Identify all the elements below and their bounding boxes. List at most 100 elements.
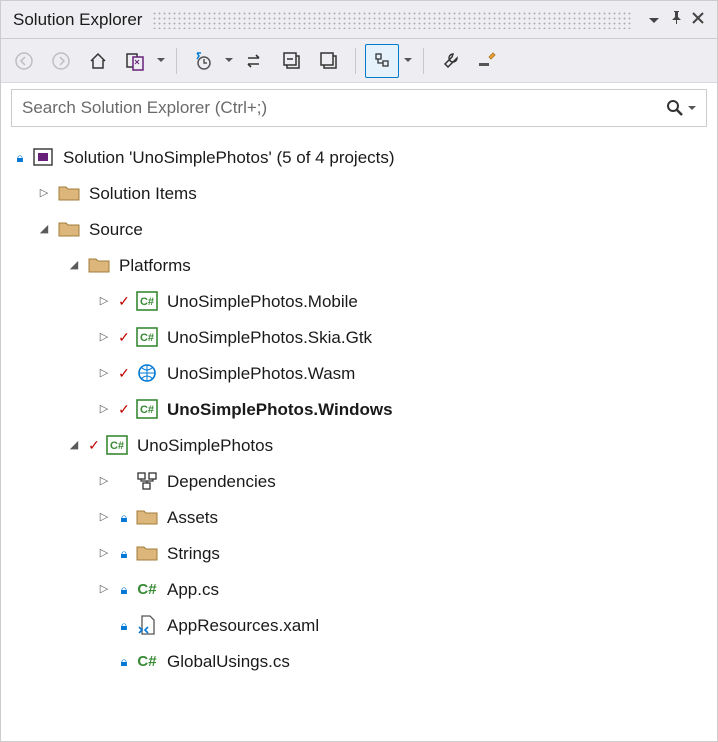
search-input[interactable] <box>22 98 666 118</box>
node-label: GlobalUsings.cs <box>167 653 290 670</box>
lock-icon: 🔒︎ <box>13 151 27 164</box>
lock-icon: 🔒︎ <box>117 547 131 560</box>
svg-text:C#: C# <box>140 404 154 416</box>
csharp-project-icon: C# <box>135 326 159 348</box>
title-grip[interactable] <box>152 11 633 29</box>
dependencies-icon <box>135 470 159 492</box>
separator <box>423 48 424 74</box>
node-label: Assets <box>167 509 218 526</box>
track-active-dropdown[interactable] <box>402 58 414 63</box>
csharp-project-icon: C# <box>135 290 159 312</box>
checkmark-icon: ✓ <box>117 402 131 416</box>
lock-icon: 🔒︎ <box>117 655 131 668</box>
svg-text:C#: C# <box>140 296 154 308</box>
folder-icon <box>57 182 81 204</box>
checkmark-icon: ✓ <box>117 294 131 308</box>
chevron-down-icon[interactable]: ◢ <box>65 440 83 451</box>
csharp-file-icon: C# <box>135 650 159 672</box>
svg-text:C#: C# <box>137 581 157 598</box>
web-project-icon <box>135 362 159 384</box>
node-label: Solution Items <box>89 185 197 202</box>
pending-changes-dropdown[interactable] <box>223 58 235 63</box>
toolbar <box>1 39 717 83</box>
home-button[interactable] <box>81 44 115 78</box>
lock-icon: 🔒︎ <box>117 619 131 632</box>
switch-views-dropdown[interactable] <box>155 58 167 63</box>
chevron-down-icon[interactable]: ◢ <box>65 260 83 271</box>
track-active-item-button[interactable] <box>365 44 399 78</box>
chevron-right-icon[interactable]: ▷ <box>95 584 113 595</box>
chevron-right-icon[interactable]: ▷ <box>95 512 113 523</box>
dependencies-node[interactable]: ▷ Dependencies <box>1 463 717 499</box>
properties-button[interactable] <box>433 44 467 78</box>
chevron-right-icon[interactable]: ▷ <box>95 476 113 487</box>
folder-icon <box>135 542 159 564</box>
svg-text:C#: C# <box>110 440 124 452</box>
source-folder-node[interactable]: ◢ Source <box>1 211 717 247</box>
checkmark-icon: ✓ <box>117 366 131 380</box>
solution-tree[interactable]: 🔒︎ Solution 'UnoSimplePhotos' (5 of 4 pr… <box>1 133 717 741</box>
chevron-down-icon[interactable]: ◢ <box>35 224 53 235</box>
appresources-xaml-node[interactable]: 🔒︎ AppResources.xaml <box>1 607 717 643</box>
node-label: Platforms <box>119 257 191 274</box>
dropdown-icon[interactable] <box>643 11 665 28</box>
node-label: UnoSimplePhotos <box>137 437 273 454</box>
folder-icon <box>135 506 159 528</box>
checkmark-icon: ✓ <box>117 330 131 344</box>
svg-text:C#: C# <box>137 653 157 670</box>
title-bar: Solution Explorer <box>1 1 717 39</box>
folder-icon <box>57 218 81 240</box>
node-label: UnoSimplePhotos.Skia.Gtk <box>167 329 372 346</box>
strings-folder-node[interactable]: ▷ 🔒︎ Strings <box>1 535 717 571</box>
node-label: Source <box>89 221 143 238</box>
node-label: AppResources.xaml <box>167 617 319 634</box>
xaml-file-icon <box>135 614 159 636</box>
node-label: UnoSimplePhotos.Wasm <box>167 365 355 382</box>
node-label: UnoSimplePhotos.Windows <box>167 401 393 418</box>
search-row <box>1 83 717 133</box>
sync-button[interactable] <box>238 44 272 78</box>
project-skia-node[interactable]: ▷ ✓ C# UnoSimplePhotos.Skia.Gtk <box>1 319 717 355</box>
chevron-right-icon[interactable]: ▷ <box>95 404 113 415</box>
chevron-right-icon[interactable]: ▷ <box>95 368 113 379</box>
chevron-right-icon[interactable]: ▷ <box>35 188 53 199</box>
project-main-node[interactable]: ◢ ✓ C# UnoSimplePhotos <box>1 427 717 463</box>
switch-views-button[interactable] <box>118 44 152 78</box>
chevron-right-icon[interactable]: ▷ <box>95 332 113 343</box>
checkmark-icon: ✓ <box>87 438 101 452</box>
chevron-right-icon[interactable]: ▷ <box>95 548 113 559</box>
back-button[interactable] <box>7 44 41 78</box>
csharp-file-icon: C# <box>135 578 159 600</box>
solution-node[interactable]: 🔒︎ Solution 'UnoSimplePhotos' (5 of 4 pr… <box>1 139 717 175</box>
project-windows-node[interactable]: ▷ ✓ C# UnoSimplePhotos.Windows <box>1 391 717 427</box>
chevron-right-icon[interactable]: ▷ <box>95 296 113 307</box>
solution-icon <box>31 146 55 168</box>
project-wasm-node[interactable]: ▷ ✓ UnoSimplePhotos.Wasm <box>1 355 717 391</box>
csharp-project-icon: C# <box>135 398 159 420</box>
search-box[interactable] <box>11 89 707 127</box>
folder-icon <box>87 254 111 276</box>
separator <box>355 48 356 74</box>
csharp-project-icon: C# <box>105 434 129 456</box>
node-label: Dependencies <box>167 473 276 490</box>
node-label: Strings <box>167 545 220 562</box>
node-label: App.cs <box>167 581 219 598</box>
panel-title: Solution Explorer <box>13 10 142 30</box>
svg-text:C#: C# <box>140 332 154 344</box>
forward-button[interactable] <box>44 44 78 78</box>
assets-folder-node[interactable]: ▷ 🔒︎ Assets <box>1 499 717 535</box>
show-all-files-button[interactable] <box>312 44 346 78</box>
node-label: UnoSimplePhotos.Mobile <box>167 293 358 310</box>
collapse-all-button[interactable] <box>275 44 309 78</box>
app-cs-node[interactable]: ▷ 🔒︎ C# App.cs <box>1 571 717 607</box>
pending-changes-filter-button[interactable] <box>186 44 220 78</box>
platforms-folder-node[interactable]: ◢ Platforms <box>1 247 717 283</box>
solution-items-node[interactable]: ▷ Solution Items <box>1 175 717 211</box>
close-icon[interactable] <box>687 11 709 28</box>
pin-icon[interactable] <box>665 11 687 28</box>
globalusings-cs-node[interactable]: 🔒︎ C# GlobalUsings.cs <box>1 643 717 679</box>
search-submit-icon[interactable] <box>666 99 696 117</box>
lock-icon: 🔒︎ <box>117 511 131 524</box>
project-mobile-node[interactable]: ▷ ✓ C# UnoSimplePhotos.Mobile <box>1 283 717 319</box>
preview-button[interactable] <box>470 44 504 78</box>
